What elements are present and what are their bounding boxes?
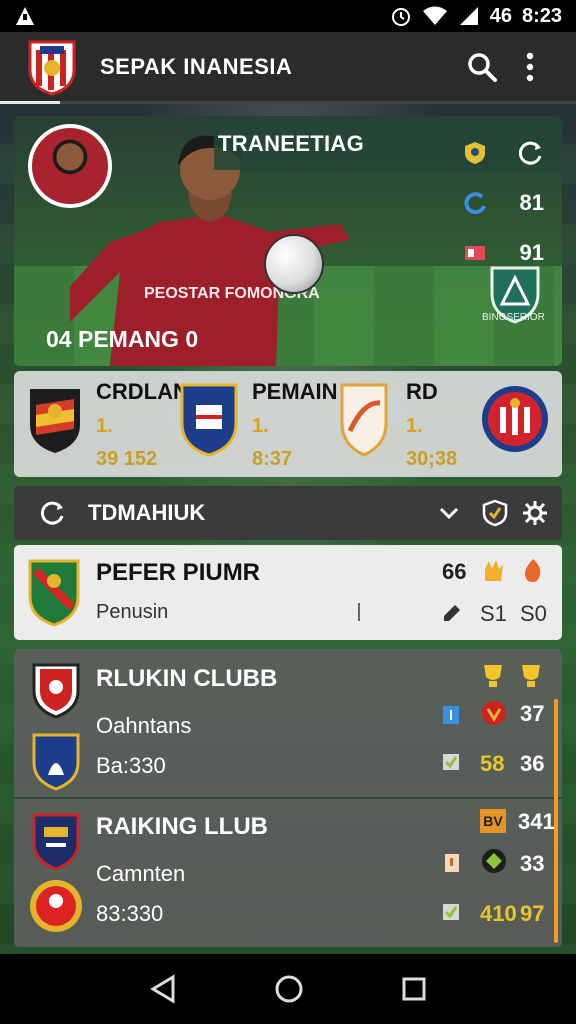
- club-score: 30;38: [406, 448, 458, 470]
- player-card[interactable]: PEFER PIUMR Penusin 66 S1 S0: [14, 545, 562, 640]
- wifi-icon: [422, 6, 447, 25]
- hand-icon[interactable]: [480, 557, 506, 583]
- club-rank: 1.: [406, 415, 423, 437]
- settings-gear-icon[interactable]: [522, 500, 548, 526]
- clubs-strip: CRDLAN 1. 39 152 PEMAIN 1. 8:37 RD 1. 30…: [14, 371, 562, 477]
- notification-icon: [16, 7, 34, 25]
- club-list-title[interactable]: RAIKING LLUB: [96, 813, 268, 841]
- hero-stats: 81 91: [464, 128, 544, 278]
- club-value: 36: [520, 751, 545, 776]
- check-icon[interactable]: [442, 753, 460, 771]
- club-list-subtitle: Camnten: [96, 861, 186, 886]
- club-badge-text: BINGSERIOR: [482, 312, 545, 323]
- divider: [358, 603, 360, 621]
- flame-icon[interactable]: [520, 557, 546, 583]
- section-title: TDMAHIUK: [88, 500, 206, 525]
- club-list-subtitle: Oahntans: [96, 713, 192, 738]
- club-crest-icon[interactable]: [30, 731, 82, 791]
- system-nav-bar: [0, 954, 576, 1024]
- badge-icon[interactable]: BV: [480, 809, 506, 833]
- trophy-icon[interactable]: [516, 661, 546, 689]
- signal-icon: [459, 7, 478, 25]
- club-crest-icon[interactable]: [30, 811, 82, 871]
- club-list: RLUKIN CLUBB Oahntans Ba:330 37 58 36 RA…: [14, 649, 562, 947]
- club-rank: 1.: [96, 415, 113, 437]
- player-top-value: 66: [442, 559, 467, 584]
- club-value: 341: [518, 809, 555, 834]
- club-mini-icon[interactable]: [480, 847, 508, 875]
- player-name: PEFER PIUMR: [96, 559, 261, 586]
- back-icon[interactable]: [149, 974, 177, 1004]
- club-crest-icon: [28, 559, 80, 627]
- club-value: 33: [520, 851, 545, 876]
- club-list-detail: 83:330: [96, 901, 164, 926]
- trophy-icon[interactable]: [478, 661, 508, 689]
- more-vertical-icon: [526, 52, 534, 81]
- home-icon[interactable]: [274, 974, 304, 1004]
- hero-title: TRANEETIAG: [218, 131, 364, 156]
- tab-indicator: [0, 101, 60, 104]
- hero-banner[interactable]: PEOSTAR FOMONGRA TRANEETIAG 81 91 BINGSE…: [14, 116, 562, 366]
- player-stat: S1: [480, 601, 507, 626]
- shield-icon[interactable]: [482, 499, 508, 527]
- club-value: 58: [480, 751, 505, 776]
- document-icon[interactable]: [444, 853, 460, 873]
- club-mini-icon[interactable]: [480, 699, 508, 727]
- alarm-icon: [391, 8, 410, 26]
- recents-icon[interactable]: [401, 976, 427, 1002]
- club-name: RD: [406, 379, 438, 404]
- speed-icon: [464, 192, 486, 214]
- section-header[interactable]: TDMAHIUK: [14, 486, 562, 540]
- hero-stat-value: 91: [519, 240, 544, 265]
- club-entry[interactable]: CRDLAN 1. 39 152: [96, 379, 189, 471]
- refresh-icon: [518, 141, 542, 165]
- club-entry[interactable]: PEMAIN 1. 8:37: [252, 379, 338, 471]
- row-divider: [14, 797, 562, 799]
- search-icon: [468, 52, 497, 82]
- club-list-title[interactable]: RLUKIN CLUBB: [96, 665, 277, 693]
- app-bar: SEPAK INANESIA: [0, 32, 576, 104]
- club-entry[interactable]: RD 1. 30;38: [406, 379, 457, 471]
- more-options-button[interactable]: [506, 43, 554, 91]
- football: [264, 234, 324, 294]
- club-crest-icon[interactable]: [178, 381, 240, 457]
- club-score: 39 152: [96, 448, 158, 470]
- player-role: Penusin: [96, 601, 169, 623]
- club-crest-icon[interactable]: [26, 385, 84, 455]
- hero-stat-row[interactable]: [464, 128, 544, 178]
- edit-icon[interactable]: [442, 603, 462, 623]
- club-crest-icon[interactable]: [480, 383, 550, 455]
- status-time: 8:23: [521, 4, 562, 27]
- club-name: CRDLAN: [96, 379, 189, 404]
- app-logo-crest: [28, 40, 76, 96]
- refresh-icon[interactable]: [40, 500, 66, 526]
- club-value: 37: [520, 701, 545, 726]
- scrollbar[interactable]: [554, 699, 558, 943]
- club-score: 8:37: [252, 448, 293, 470]
- club-value: 410: [480, 901, 517, 926]
- app-title: SEPAK INANESIA: [100, 53, 293, 79]
- info-icon[interactable]: [442, 705, 460, 725]
- player-stat: S0: [520, 601, 547, 626]
- hero-stat-row: 81: [464, 178, 544, 228]
- club-rank: 1.: [252, 415, 269, 437]
- shield-icon: [465, 142, 485, 164]
- player-avatar[interactable]: [28, 124, 112, 208]
- hero-stat-value: 81: [519, 190, 544, 215]
- status-bar: 46 8:23: [0, 0, 576, 32]
- club-value: 97: [520, 901, 545, 926]
- network-type: 46: [489, 4, 512, 27]
- club-list-detail: Ba:330: [96, 753, 166, 778]
- club-crest-icon[interactable]: [30, 661, 82, 719]
- hero-caption: 04 PEMANG 0: [46, 326, 199, 352]
- club-crest-icon[interactable]: [338, 381, 390, 457]
- card-icon: [465, 246, 485, 260]
- chevron-down-icon[interactable]: [438, 506, 460, 520]
- club-crest-icon[interactable]: [28, 877, 84, 935]
- club-name: PEMAIN: [252, 379, 338, 404]
- check-icon[interactable]: [442, 903, 460, 921]
- search-button[interactable]: [458, 43, 506, 91]
